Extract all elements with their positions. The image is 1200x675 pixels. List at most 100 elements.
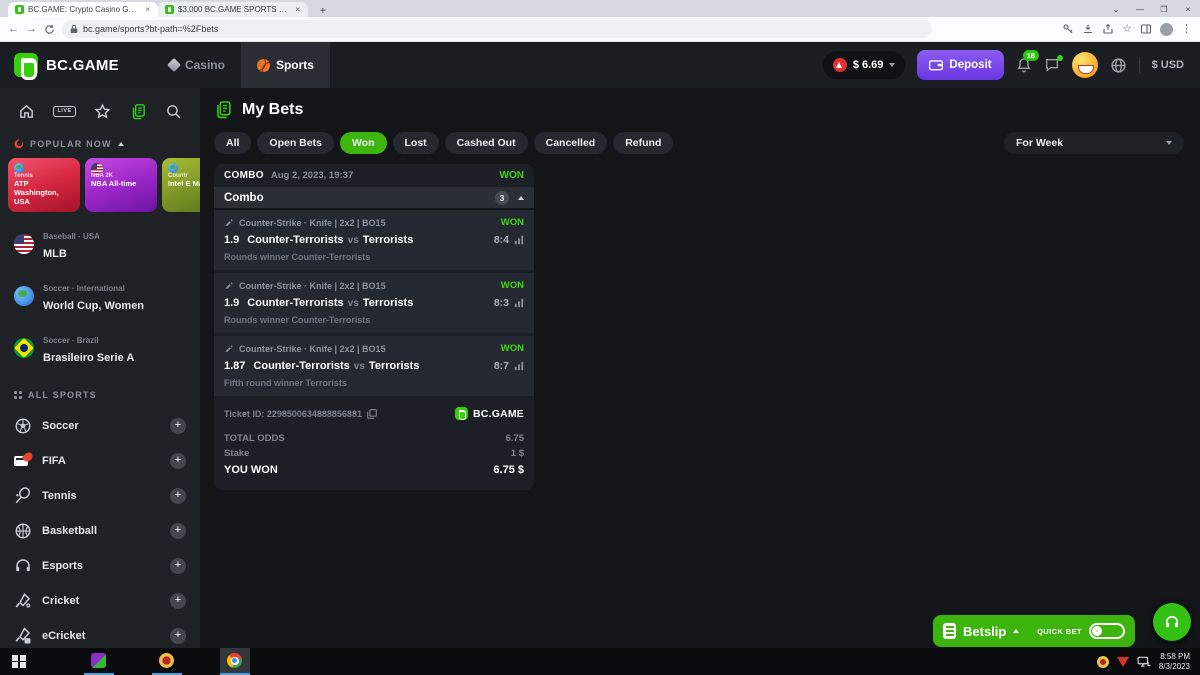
leg-score: 8:7 xyxy=(494,360,509,372)
browser-profile-avatar[interactable] xyxy=(1160,23,1173,36)
bet-leg[interactable]: Counter-Strike · Knife | 2x2 | BO15 WON … xyxy=(214,336,534,396)
deposit-button[interactable]: Deposit xyxy=(917,50,1003,80)
stats-bars-icon[interactable] xyxy=(514,361,524,371)
brand-name[interactable]: BC.GAME xyxy=(46,57,119,74)
popular-card-cs[interactable]: Countr Intel E Maste xyxy=(162,158,200,212)
network-icon[interactable] xyxy=(1137,656,1151,668)
list-item-mlb[interactable]: Baseball · USA MLB xyxy=(0,218,200,270)
balance-selector[interactable]: $ 6.69 xyxy=(823,51,906,79)
my-bets-icon[interactable] xyxy=(130,103,147,120)
chat-online-dot xyxy=(1057,55,1063,61)
filter-refund[interactable]: Refund xyxy=(613,132,673,154)
sidebar-item-cricket[interactable]: Cricket xyxy=(0,583,200,618)
forward-icon[interactable]: → xyxy=(26,24,37,35)
stats-bars-icon[interactable] xyxy=(514,298,524,308)
support-button[interactable] xyxy=(1153,603,1191,641)
tennis-icon xyxy=(14,487,32,505)
nav-sports[interactable]: Sports xyxy=(241,42,330,88)
maximize-icon[interactable]: ❐ xyxy=(1152,2,1176,17)
live-icon[interactable]: LIVE xyxy=(53,106,75,117)
filter-open-bets[interactable]: Open Bets xyxy=(257,132,334,154)
tray-coin-icon[interactable] xyxy=(1097,656,1109,668)
language-globe-icon[interactable] xyxy=(1110,57,1127,74)
taskbar-app-garena[interactable] xyxy=(152,648,182,675)
browser-tab-2[interactable]: $3,000 BC.GAME SPORTS PARLA × xyxy=(158,2,308,17)
filter-won[interactable]: Won xyxy=(340,132,387,154)
stats-bars-icon[interactable] xyxy=(514,235,524,245)
popular-card-tennis[interactable]: Tennis ATP Washington, USA xyxy=(8,158,80,212)
refresh-icon[interactable] xyxy=(44,24,55,35)
bcgame-favicon xyxy=(15,5,24,14)
tray-vanguard-icon[interactable] xyxy=(1117,657,1129,667)
period-dropdown[interactable]: For Week xyxy=(1004,132,1184,154)
favorites-star-icon[interactable] xyxy=(94,103,111,120)
betslip-bar[interactable]: Betslip QUICK BET xyxy=(933,615,1135,647)
browser-tab-1[interactable]: BC.GAME: Crypto Casino Games × xyxy=(8,2,158,17)
filter-cancelled[interactable]: Cancelled xyxy=(534,132,608,154)
leg-market: Fifth round winner Terrorists xyxy=(224,378,524,388)
taskbar-app-chrome[interactable] xyxy=(220,648,250,675)
browser-menu-icon[interactable]: ⋮ xyxy=(1181,24,1192,35)
currency-selector[interactable]: $ USD xyxy=(1152,59,1184,71)
main-content: My Bets All Open Bets Won Lost Cashed Ou… xyxy=(200,88,1200,648)
bcgame-logo-icon xyxy=(455,407,468,420)
popular-now-header[interactable]: POPULAR NOW xyxy=(0,124,200,158)
quick-bet-toggle[interactable] xyxy=(1089,623,1125,639)
bookmark-star-icon[interactable]: ☆ xyxy=(1122,24,1132,35)
side-panel-icon[interactable] xyxy=(1140,23,1152,35)
expand-plus-icon[interactable] xyxy=(170,628,186,644)
close-icon[interactable]: × xyxy=(1176,2,1200,17)
sidebar-item-fifa[interactable]: FIFA xyxy=(0,443,200,478)
list-item-world-cup[interactable]: Soccer · International World Cup, Women xyxy=(0,270,200,322)
expand-plus-icon[interactable] xyxy=(170,488,186,504)
home-team: Counter-Terrorists xyxy=(247,297,343,309)
install-icon[interactable] xyxy=(1082,23,1094,35)
tab-close-icon[interactable]: × xyxy=(144,5,151,14)
key-icon[interactable] xyxy=(1062,23,1074,35)
filter-all[interactable]: All xyxy=(214,132,251,154)
wallet-icon xyxy=(929,59,943,71)
expand-plus-icon[interactable] xyxy=(170,558,186,574)
share-icon[interactable] xyxy=(1102,23,1114,35)
expand-plus-icon[interactable] xyxy=(170,593,186,609)
sidebar-item-ecricket[interactable]: eCricket xyxy=(0,618,200,648)
card-title: ATP Washington, USA xyxy=(14,179,74,206)
notifications-button[interactable]: 18 xyxy=(1016,57,1032,73)
taskbar-app-krunker[interactable] xyxy=(84,648,114,675)
address-bar[interactable]: bc.game/sports?bt-path=%2Fbets xyxy=(62,20,932,38)
expand-plus-icon[interactable] xyxy=(170,523,186,539)
chat-button[interactable] xyxy=(1044,57,1060,73)
taskbar-clock[interactable]: 8:58 PM 8/3/2023 xyxy=(1159,652,1190,672)
popular-card-nba[interactable]: NBA 2K NBA All-time xyxy=(85,158,157,212)
combo-name: Combo xyxy=(224,192,264,204)
back-icon[interactable]: ← xyxy=(8,24,19,35)
combo-toggle-row[interactable]: Combo 3 xyxy=(214,187,534,210)
filter-lost[interactable]: Lost xyxy=(393,132,439,154)
start-button-icon[interactable] xyxy=(12,655,26,669)
nav-casino[interactable]: Casino xyxy=(153,42,241,88)
new-tab-button[interactable]: + xyxy=(316,6,330,17)
home-icon[interactable] xyxy=(18,103,35,120)
minimize-icon[interactable]: — xyxy=(1128,2,1152,17)
sidebar-item-esports[interactable]: Esports xyxy=(0,548,200,583)
user-avatar[interactable] xyxy=(1072,52,1098,78)
sidebar-item-basketball[interactable]: Basketball xyxy=(0,513,200,548)
tab-close-icon[interactable]: × xyxy=(294,5,301,14)
search-icon[interactable] xyxy=(165,103,182,120)
list-item-brasileiro[interactable]: Soccer · Brazil Brasileiro Serie A xyxy=(0,322,200,374)
basketball-icon xyxy=(14,522,32,540)
sidebar-item-soccer[interactable]: Soccer xyxy=(0,408,200,443)
filter-cashed-out[interactable]: Cashed Out xyxy=(445,132,528,154)
expand-plus-icon[interactable] xyxy=(170,418,186,434)
leg-market: Rounds winner Counter-Terrorists xyxy=(224,252,524,262)
expand-plus-icon[interactable] xyxy=(170,453,186,469)
bcgame-logo-icon[interactable] xyxy=(14,53,38,77)
copy-icon[interactable] xyxy=(367,409,377,419)
bet-leg[interactable]: Counter-Strike · Knife | 2x2 | BO15 WON … xyxy=(214,210,534,270)
browser-toolbar: ← → bc.game/sports?bt-path=%2Fbets ☆ ⋮ xyxy=(0,17,1200,42)
bet-leg[interactable]: Counter-Strike · Knife | 2x2 | BO15 WON … xyxy=(214,273,534,333)
card-title: Intel E Maste xyxy=(168,179,200,188)
bet-legs: Counter-Strike · Knife | 2x2 | BO15 WON … xyxy=(214,210,534,396)
window-menu-icon[interactable]: ⌄ xyxy=(1104,2,1128,17)
sidebar-item-tennis[interactable]: Tennis xyxy=(0,478,200,513)
